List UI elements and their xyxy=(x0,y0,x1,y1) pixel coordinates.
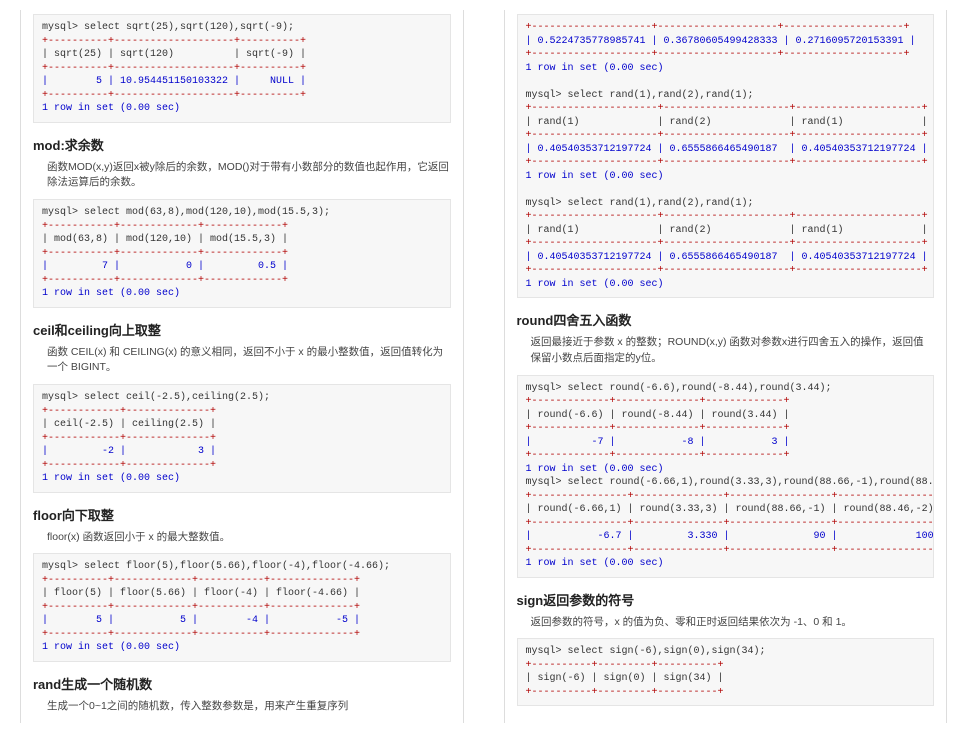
code-line: +---------------------+-----------------… xyxy=(526,238,928,249)
code-line: +----------------+---------------+------… xyxy=(526,545,935,556)
code-line: | 0.40540353712197724 | 0.65558664654901… xyxy=(526,144,928,155)
code-line: +----------+-------------+-----------+--… xyxy=(42,575,360,586)
code-line: 1 row in set (0.00 sec) xyxy=(526,63,664,74)
code-line: | 5 | 10.954451150103322 | NULL | xyxy=(42,76,306,87)
code-line: +-------------+--------------+----------… xyxy=(526,450,790,461)
code-line: 1 row in set (0.00 sec) xyxy=(526,558,664,569)
code-line: | 0.5224735778985741 | 0.367806054994283… xyxy=(526,36,916,47)
rand-desc: 生成一个0~1之间的随机数，传入整数参数是，用来产生重复序列 xyxy=(47,699,451,715)
floor-code: mysql> select floor(5),floor(5.66),floor… xyxy=(33,553,451,662)
code-line: +----------------+---------------+------… xyxy=(526,491,935,502)
code-line: +----------+---------+----------+ xyxy=(526,687,724,698)
code-line: | 0.40540353712197724 | 0.65558664654901… xyxy=(526,252,928,263)
code-line: +---------------------+-----------------… xyxy=(526,265,928,276)
code-line: +----------+--------------------+-------… xyxy=(42,90,306,101)
code-line: | -6.7 | 3.330 | 90 | 100 | xyxy=(526,531,935,542)
round-heading: round四舍五入函数 xyxy=(517,310,935,329)
code-line: +--------------------+------------------… xyxy=(526,22,910,33)
code-line: 1 row in set (0.00 sec) xyxy=(526,464,664,475)
mod-heading: mod:求余数 xyxy=(33,135,451,154)
code-line: 1 row in set (0.00 sec) xyxy=(42,103,180,114)
code-line: +------------+--------------+ xyxy=(42,433,216,444)
code-line: +---------------------+-----------------… xyxy=(526,103,928,114)
sign-desc: 返回参数的符号，x 的值为负、零和正时返回结果依次为 -1、0 和 1。 xyxy=(531,615,935,631)
code-line: 1 row in set (0.00 sec) xyxy=(526,171,664,182)
code-line: mysql> select round(-6.6),round(-8.44),r… xyxy=(526,383,832,394)
floor-desc: floor(x) 函数返回小于 x 的最大整数值。 xyxy=(47,530,451,546)
code-line: +--------------------+------------------… xyxy=(526,49,910,60)
code-line: mysql> select ceil(-2.5),ceiling(2.5); xyxy=(42,392,270,403)
sqrt-code: mysql> select sqrt(25),sqrt(120),sqrt(-9… xyxy=(33,14,451,123)
code-line: +------------+--------------+ xyxy=(42,460,216,471)
code-line: 1 row in set (0.00 sec) xyxy=(42,642,180,653)
code-line: | round(-6.6) | round(-8.44) | round(3.4… xyxy=(526,410,790,421)
sign-code: mysql> select sign(-6),sign(0),sign(34);… xyxy=(517,638,935,706)
code-line: +-----------+-------------+-------------… xyxy=(42,221,288,232)
code-line: | 7 | 0 | 0.5 | xyxy=(42,261,288,272)
left-column: mysql> select sqrt(25),sqrt(120),sqrt(-9… xyxy=(20,10,464,723)
code-line: 1 row in set (0.00 sec) xyxy=(42,288,180,299)
code-line: +----------+--------------------+-------… xyxy=(42,63,306,74)
code-line: | ceil(-2.5) | ceiling(2.5) | xyxy=(42,419,216,430)
code-line: 1 row in set (0.00 sec) xyxy=(526,279,664,290)
code-line: | sign(-6) | sign(0) | sign(34) | xyxy=(526,673,724,684)
code-line: | rand(1) | rand(2) | rand(1) | xyxy=(526,117,928,128)
code-line: +---------------------+-----------------… xyxy=(526,211,928,222)
sign-heading: sign返回参数的符号 xyxy=(517,590,935,609)
code-line: +----------------+---------------+------… xyxy=(526,518,935,529)
rand1-code: +--------------------+------------------… xyxy=(517,14,935,298)
code-line: +---------------------+-----------------… xyxy=(526,157,928,168)
code-line: mysql> select floor(5),floor(5.66),floor… xyxy=(42,561,390,572)
code-line: mysql> select rand(1),rand(2),rand(1); xyxy=(526,198,754,209)
round-code: mysql> select round(-6.6),round(-8.44),r… xyxy=(517,375,935,578)
code-line: +-------------+--------------+----------… xyxy=(526,396,790,407)
code-line: | rand(1) | rand(2) | rand(1) | xyxy=(526,225,928,236)
round-desc: 返回最接近于参数 x 的整数；ROUND(x,y) 函数对参数x进行四舍五入的操… xyxy=(531,335,935,367)
code-line: | mod(63,8) | mod(120,10) | mod(15.5,3) … xyxy=(42,234,288,245)
code-line: +-----------+-------------+-------------… xyxy=(42,248,288,259)
ceil-code: mysql> select ceil(-2.5),ceiling(2.5); +… xyxy=(33,384,451,493)
code-line: | -7 | -8 | 3 | xyxy=(526,437,790,448)
code-line: | sqrt(25) | sqrt(120) | sqrt(-9) | xyxy=(42,49,306,60)
code-line: +----------+---------+----------+ xyxy=(526,660,724,671)
code-line: | floor(5) | floor(5.66) | floor(-4) | f… xyxy=(42,588,360,599)
code-line: mysql> select sqrt(25),sqrt(120),sqrt(-9… xyxy=(42,22,294,33)
floor-heading: floor向下取整 xyxy=(33,505,451,524)
code-line: mysql> select mod(63,8),mod(120,10),mod(… xyxy=(42,207,330,218)
rand-heading: rand生成一个随机数 xyxy=(33,674,451,693)
code-line: mysql> select rand(1),rand(2),rand(1); xyxy=(526,90,754,101)
right-column: +--------------------+------------------… xyxy=(504,10,948,723)
code-line: 1 row in set (0.00 sec) xyxy=(42,473,180,484)
code-line: mysql> select sign(-6),sign(0),sign(34); xyxy=(526,646,766,657)
code-line: +----------+--------------------+-------… xyxy=(42,36,306,47)
code-line: mysql> select round(-6.66,1),round(3.33,… xyxy=(526,477,935,488)
code-line: +-----------+-------------+-------------… xyxy=(42,275,288,286)
mod-desc: 函数MOD(x,y)返回x被y除后的余数，MOD()对于带有小数部分的数值也起作… xyxy=(47,160,451,192)
mod-code: mysql> select mod(63,8),mod(120,10),mod(… xyxy=(33,199,451,308)
ceil-desc: 函数 CEIL(x) 和 CEILING(x) 的意义相同，返回不小于 x 的最… xyxy=(47,345,451,377)
code-line: +---------------------+-----------------… xyxy=(526,130,928,141)
ceil-heading: ceil和ceiling向上取整 xyxy=(33,320,451,339)
code-line: +------------+--------------+ xyxy=(42,406,216,417)
code-line: +----------+-------------+-----------+--… xyxy=(42,629,360,640)
code-line: | -2 | 3 | xyxy=(42,446,216,457)
code-line: | round(-6.66,1) | round(3.33,3) | round… xyxy=(526,504,935,515)
code-line: +----------+-------------+-----------+--… xyxy=(42,602,360,613)
code-line: | 5 | 5 | -4 | -5 | xyxy=(42,615,360,626)
code-line: +-------------+--------------+----------… xyxy=(526,423,790,434)
